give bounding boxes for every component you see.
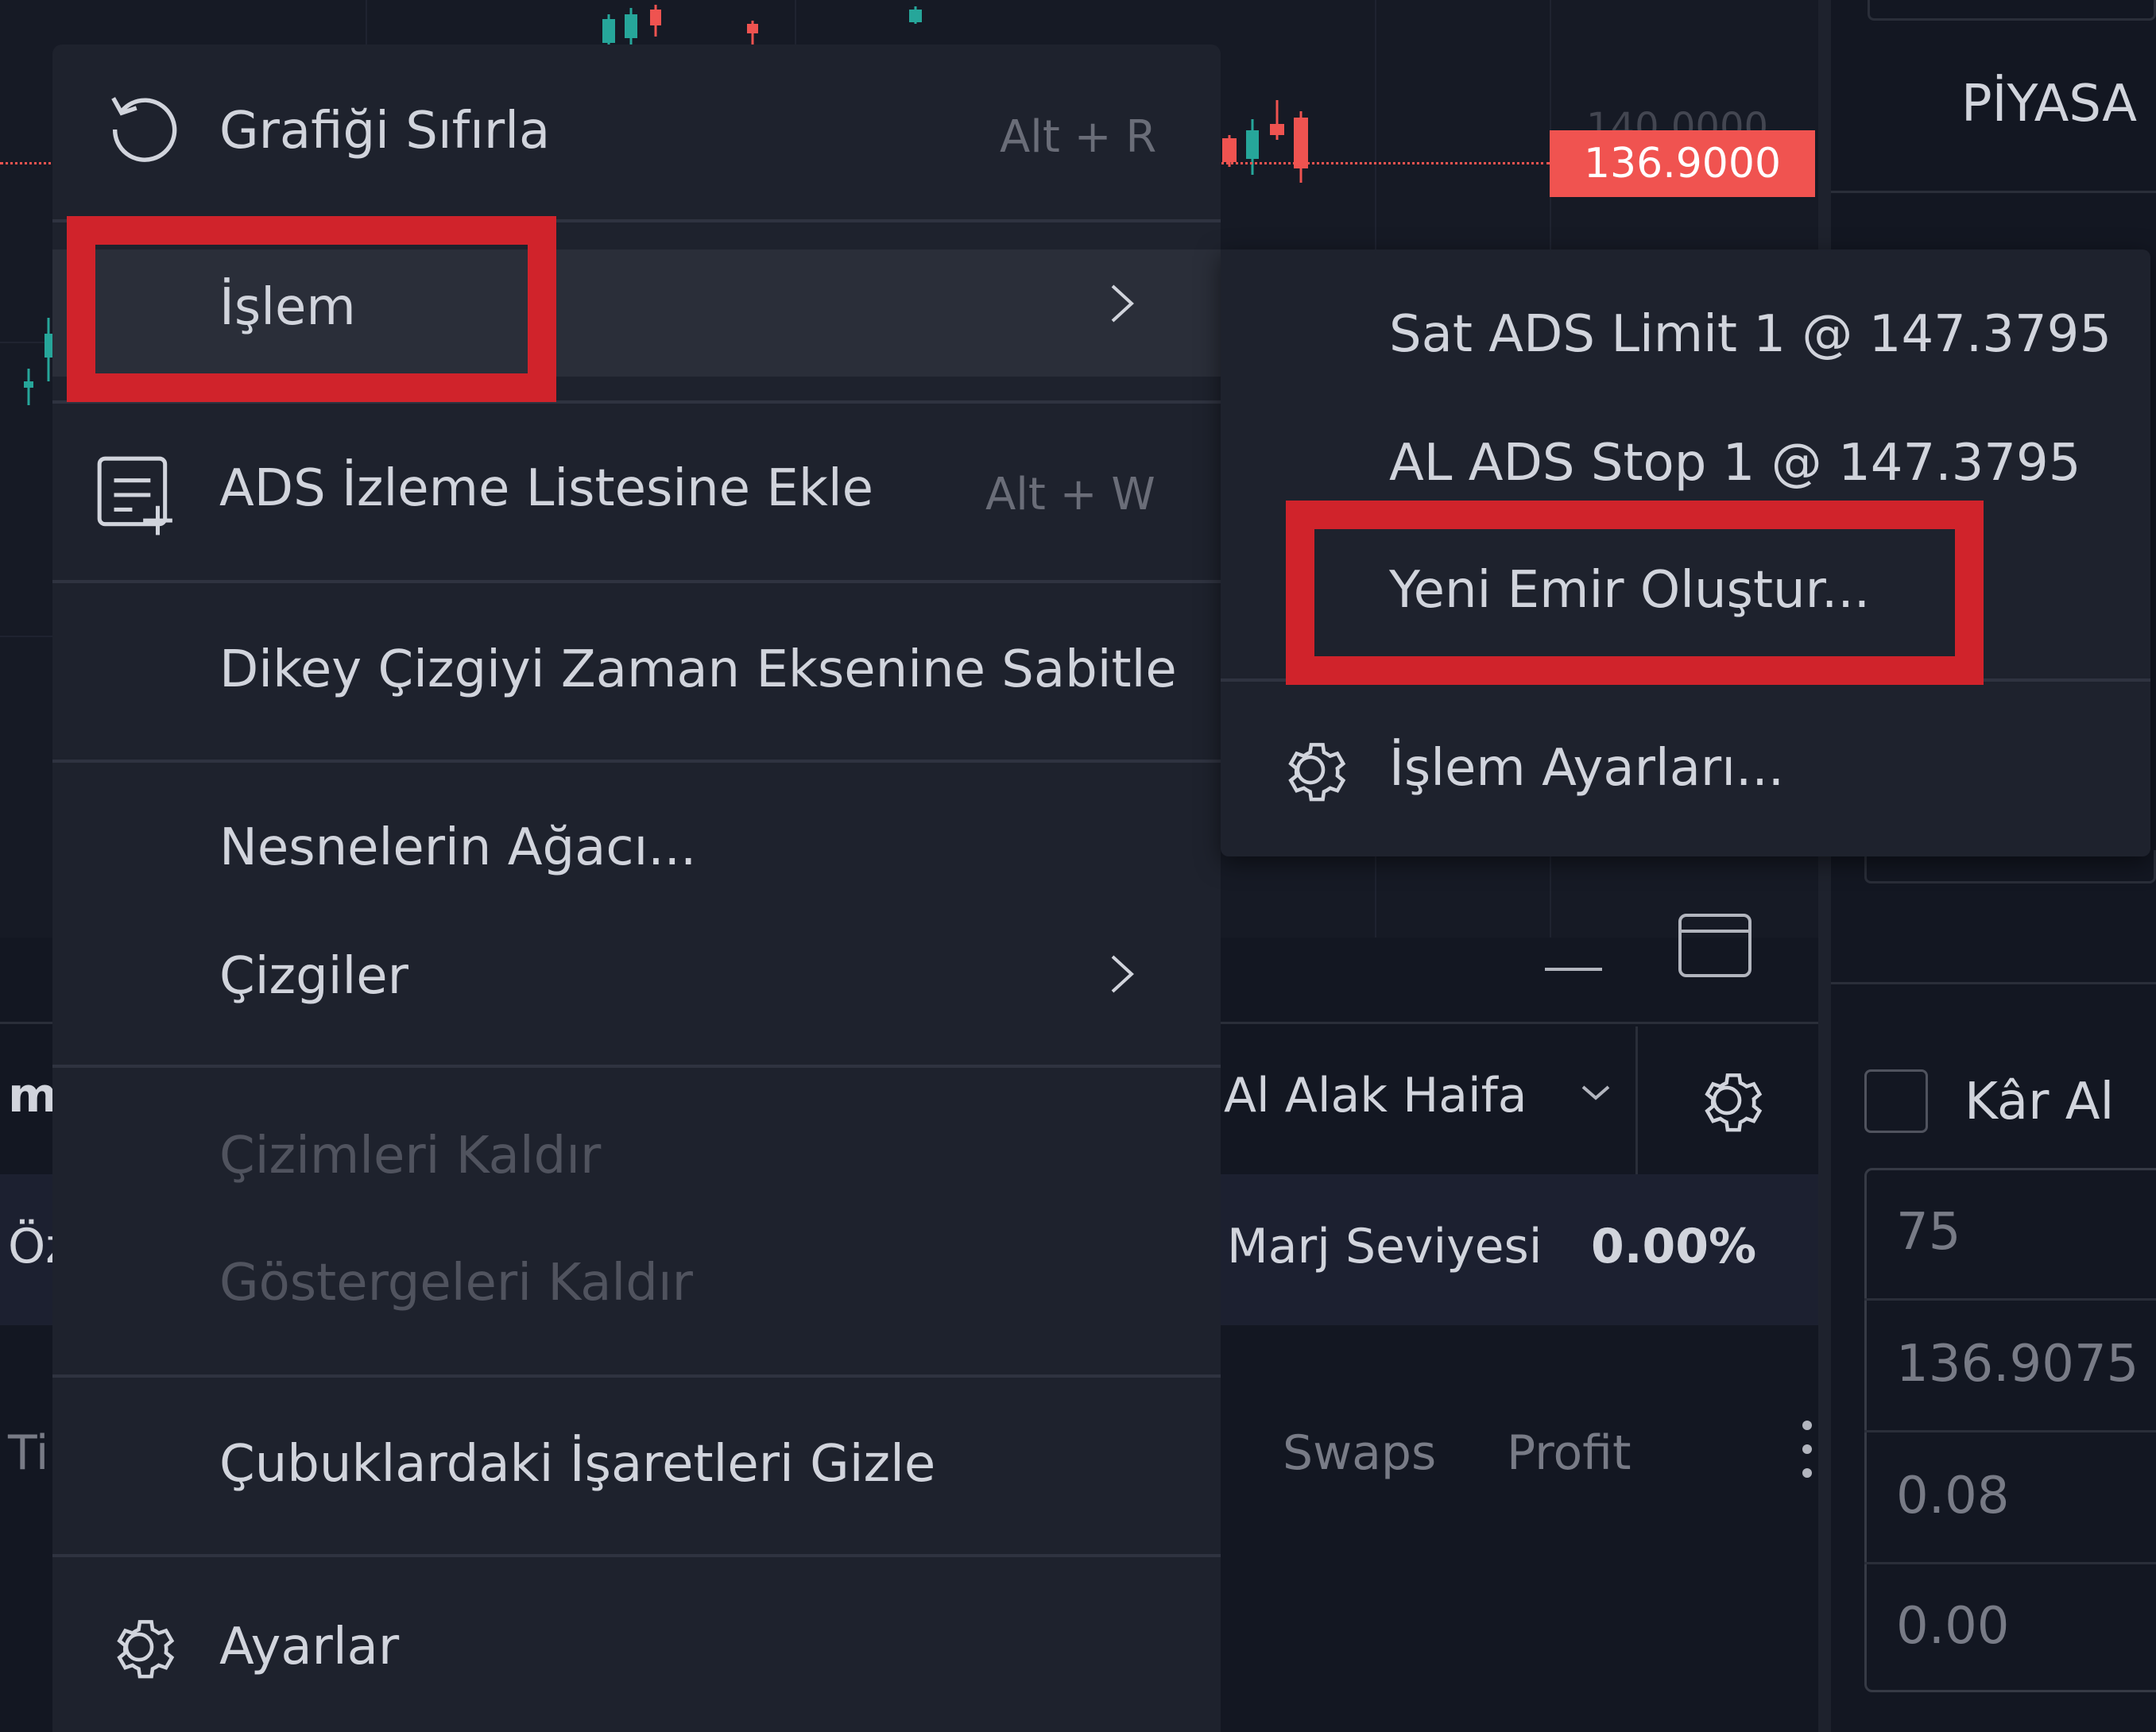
- menu-item-hide-marks[interactable]: Çubuklardaki İşaretleri Gizle: [219, 1435, 935, 1494]
- menu-item-reset-chart[interactable]: Grafiği Sıfırla: [219, 102, 550, 160]
- candle: [45, 318, 52, 381]
- column-header-swaps[interactable]: Swaps: [1283, 1425, 1436, 1481]
- truncated-label: Ti: [8, 1425, 49, 1481]
- chevron-down-icon[interactable]: [1580, 1081, 1612, 1108]
- last-price-tag: 136.9000: [1550, 130, 1815, 197]
- chevron-right-icon: [1106, 950, 1138, 1010]
- margin-level-value: 0.00%: [1591, 1219, 1757, 1274]
- more-options-icon[interactable]: [1799, 1417, 1815, 1484]
- candle: [650, 5, 661, 37]
- panel-settings-icon[interactable]: [1683, 1057, 1771, 1147]
- tab-market[interactable]: PİYASA: [1961, 75, 2137, 133]
- candle: [625, 8, 637, 48]
- menu-item-object-tree[interactable]: Nesnelerin Ağacı...: [219, 818, 696, 877]
- submenu-item-sell-limit[interactable]: Sat ADS Limit 1 @ 147.3795: [1389, 305, 2111, 364]
- menu-item-remove-drawings: Çizimleri Kaldır: [219, 1127, 602, 1185]
- menu-item-add-to-watchlist[interactable]: ADS İzleme Listesine Ekle: [219, 459, 873, 518]
- minimize-icon[interactable]: [1542, 941, 1605, 976]
- chevron-right-icon: [1106, 280, 1138, 339]
- candle: [602, 14, 615, 46]
- submenu-item-trade-settings[interactable]: İşlem Ayarları...: [1389, 739, 1784, 798]
- margin-level-label: Marj Seviyesi: [1227, 1219, 1542, 1274]
- menu-item-pin-vertical-line[interactable]: Dikey Çizgiyi Zaman Eksenine Sabitle: [219, 640, 1177, 699]
- candle: [24, 369, 33, 405]
- candle: [1270, 100, 1284, 140]
- highlight-box-trade: [67, 216, 556, 402]
- column-header-profit[interactable]: Profit: [1507, 1425, 1632, 1481]
- account-selector[interactable]: Al Alak Haifa: [1224, 1068, 1527, 1123]
- submenu-item-buy-stop[interactable]: AL ADS Stop 1 @ 147.3795: [1389, 434, 2081, 493]
- tp-price-field[interactable]: 136.9075: [1896, 1335, 2139, 1394]
- candle: [1294, 111, 1308, 183]
- gear-icon: [1267, 726, 1354, 814]
- tp-amount-field[interactable]: 0.08: [1896, 1467, 2010, 1525]
- watchlist-add-icon: [92, 451, 180, 539]
- reset-icon: [102, 86, 181, 173]
- maximize-icon[interactable]: [1677, 912, 1753, 982]
- tp-pips-field[interactable]: 75: [1896, 1203, 1961, 1262]
- candle: [909, 6, 922, 24]
- menu-item-lines[interactable]: Çizgiler: [219, 947, 408, 1006]
- highlight-box-new-order: [1286, 501, 1984, 685]
- take-profit-checkbox[interactable]: [1864, 1069, 1928, 1133]
- candle: [1246, 119, 1259, 175]
- hotkey-watchlist: Alt + W: [985, 469, 1155, 520]
- hotkey-reset: Alt + R: [1000, 111, 1157, 163]
- tp-percent-field[interactable]: 0.00: [1896, 1597, 2010, 1656]
- menu-item-remove-indicators: Göstergeleri Kaldır: [219, 1254, 693, 1313]
- menu-item-settings[interactable]: Ayarlar: [219, 1618, 399, 1676]
- candle: [747, 21, 758, 44]
- gear-icon: [95, 1603, 183, 1691]
- take-profit-label: Kâr Al: [1964, 1073, 2115, 1131]
